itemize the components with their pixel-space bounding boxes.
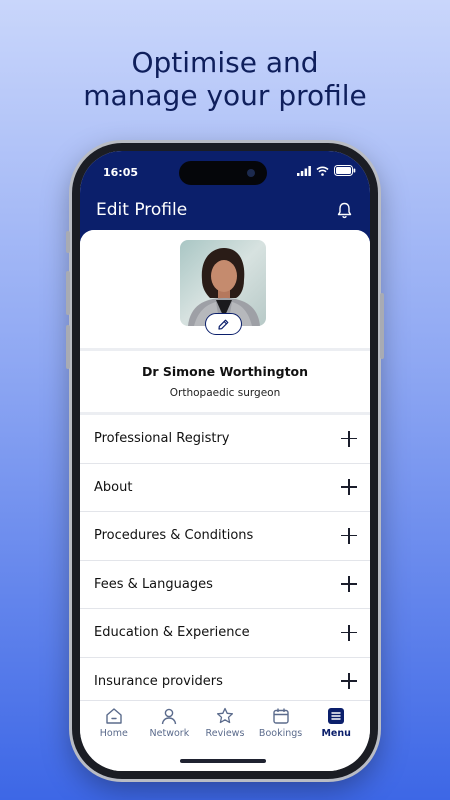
- volume-down-button: [66, 325, 70, 369]
- calendar-icon: [272, 708, 289, 724]
- section-label: Insurance providers: [94, 673, 223, 689]
- tab-label: Home: [99, 728, 128, 739]
- plus-icon[interactable]: [341, 576, 357, 593]
- power-button: [380, 293, 384, 359]
- section-insurance-providers[interactable]: Insurance providers: [80, 658, 370, 701]
- section-education-experience[interactable]: Education & Experience: [80, 609, 370, 658]
- profile-identity: Dr Simone Worthington Orthopaedic surgeo…: [80, 351, 370, 412]
- person-icon: [162, 708, 177, 725]
- edit-photo-button[interactable]: [205, 313, 242, 335]
- tab-label: Bookings: [258, 728, 303, 739]
- signal-icon: [297, 165, 311, 176]
- plus-icon[interactable]: [341, 673, 357, 690]
- section-procedures-conditions[interactable]: Procedures & Conditions: [80, 512, 370, 561]
- wifi-icon: [316, 166, 329, 176]
- plus-icon[interactable]: [341, 527, 357, 544]
- tab-label: Reviews: [205, 728, 245, 739]
- volume-up-button: [66, 271, 70, 315]
- photo-card: [80, 230, 370, 348]
- dynamic-island: [179, 161, 267, 185]
- plus-icon[interactable]: [341, 624, 357, 641]
- home-icon: [106, 708, 122, 724]
- section-fees-languages[interactable]: Fees & Languages: [80, 561, 370, 609]
- section-about[interactable]: About: [80, 464, 370, 512]
- marketing-headline: Optimise and manage your profile: [0, 46, 450, 112]
- plus-icon[interactable]: [341, 479, 357, 496]
- status-icons: [297, 165, 356, 176]
- headline-line-1: Optimise and: [131, 46, 319, 79]
- section-professional-registry[interactable]: Professional Registry: [80, 415, 370, 464]
- doctor-name: Dr Simone Worthington: [141, 364, 309, 379]
- section-label: About: [94, 479, 133, 495]
- tab-home[interactable]: Home: [86, 707, 142, 771]
- section-label: Professional Registry: [94, 431, 230, 447]
- star-icon: [216, 707, 234, 724]
- profile-sections: Professional Registry About Procedures &…: [80, 415, 370, 700]
- battery-icon: [334, 165, 356, 176]
- section-label: Procedures & Conditions: [94, 528, 254, 544]
- menu-icon: [328, 708, 345, 724]
- pencil-icon: [218, 319, 229, 330]
- mute-switch: [66, 231, 70, 253]
- status-time: 16:05: [103, 166, 139, 179]
- profile-content: Dr Simone Worthington Orthopaedic surgeo…: [80, 230, 370, 700]
- tab-menu[interactable]: Menu: [308, 707, 364, 771]
- phone-frame: 16:05 Edit Profile Dr Simone Worthington…: [66, 143, 384, 779]
- doctor-specialty: Orthopaedic surgeon: [169, 387, 281, 399]
- bottom-tab-bar: Home Network Reviews Bookings Menu: [80, 700, 370, 771]
- phone-screen: 16:05 Edit Profile Dr Simone Worthington…: [80, 151, 370, 771]
- section-label: Fees & Languages: [94, 576, 213, 592]
- home-indicator: [180, 759, 266, 763]
- tab-label: Network: [149, 728, 190, 739]
- bell-icon[interactable]: [337, 202, 352, 219]
- section-label: Education & Experience: [94, 625, 250, 641]
- tab-label: Menu: [321, 728, 351, 739]
- plus-icon[interactable]: [341, 430, 357, 447]
- headline-line-2: manage your profile: [83, 79, 367, 112]
- page-title: Edit Profile: [96, 200, 188, 220]
